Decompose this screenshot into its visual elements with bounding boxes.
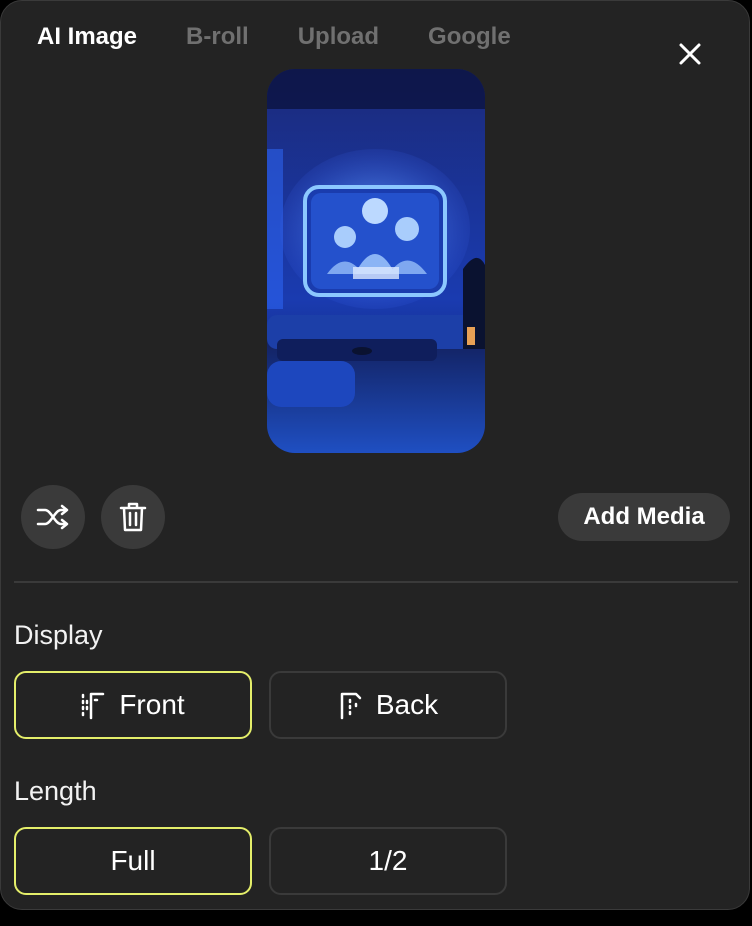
length-label: Length xyxy=(14,776,97,806)
front-layer-icon xyxy=(82,692,105,720)
tab-upload[interactable]: Upload xyxy=(298,21,379,53)
display-front-label: Front xyxy=(119,689,185,720)
add-media-button[interactable]: Add Media xyxy=(558,493,730,541)
media-panel: AI Image B-roll Upload Google Add Media … xyxy=(0,0,750,910)
length-half-option[interactable]: 1/2 xyxy=(269,827,507,895)
length-half-label: 1/2 xyxy=(368,845,408,876)
display-back-label: Back xyxy=(375,689,439,720)
display-label: Display xyxy=(14,620,103,650)
media-source-tabs: AI Image B-roll Upload Google xyxy=(37,21,560,53)
tab-b-roll[interactable]: B-roll xyxy=(186,21,249,53)
delete-button[interactable] xyxy=(101,485,165,549)
close-icon xyxy=(679,43,701,65)
tab-ai-image[interactable]: AI Image xyxy=(37,21,137,53)
close-button[interactable] xyxy=(675,39,705,69)
trash-icon xyxy=(119,502,147,532)
display-front-option[interactable]: Front xyxy=(14,671,252,739)
shuffle-icon xyxy=(36,504,69,530)
section-divider xyxy=(14,581,738,583)
back-layer-icon xyxy=(340,692,362,720)
shuffle-button[interactable] xyxy=(21,485,85,549)
length-full-label: Full xyxy=(110,845,156,876)
length-full-option[interactable]: Full xyxy=(14,827,252,895)
media-preview-image xyxy=(267,69,485,453)
tab-google[interactable]: Google xyxy=(428,21,511,53)
display-back-option[interactable]: Back xyxy=(269,671,507,739)
